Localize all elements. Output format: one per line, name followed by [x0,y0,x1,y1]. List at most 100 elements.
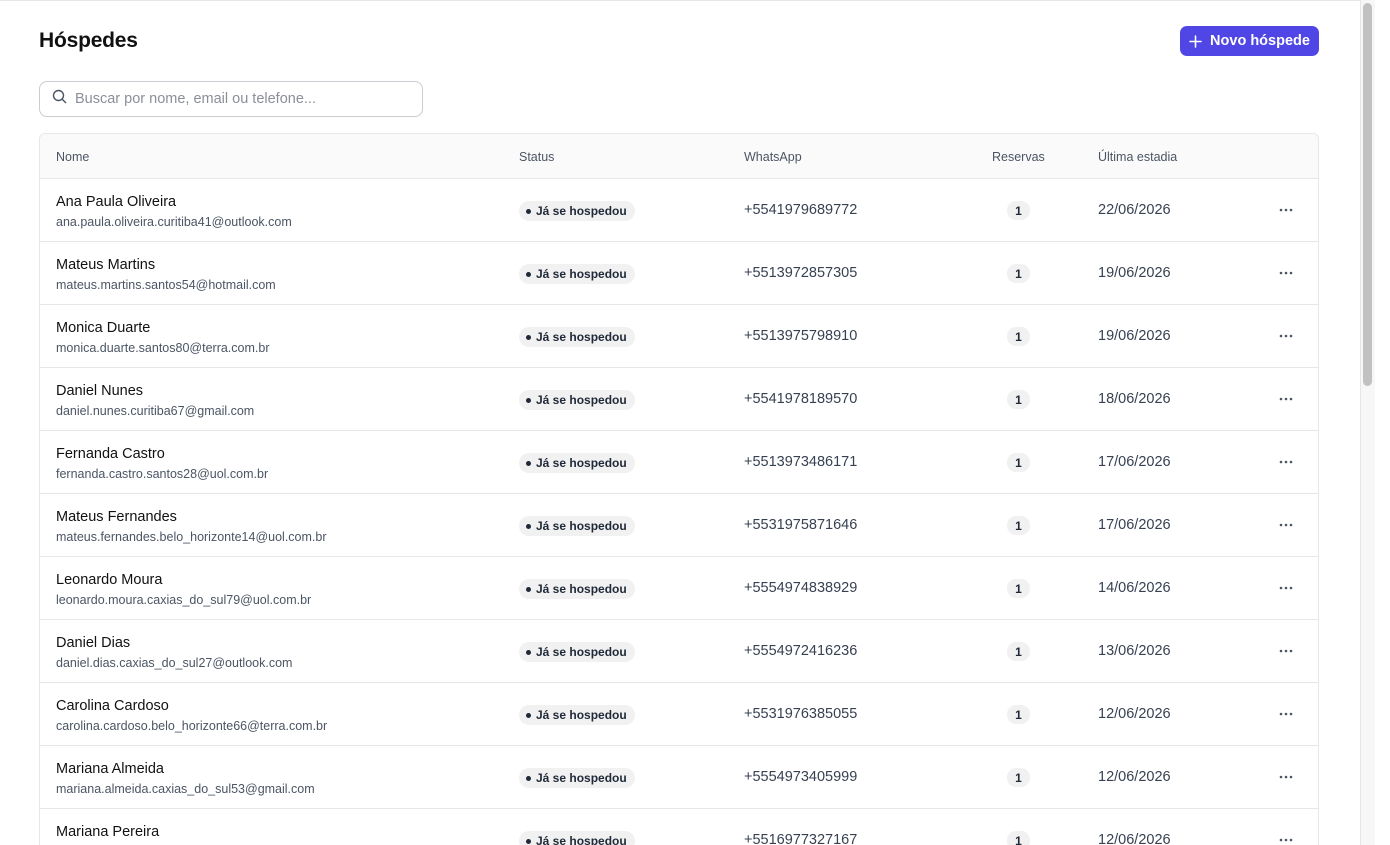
search-box [39,81,423,117]
status-badge: Já se hospedou [519,516,635,536]
status-badge: Já se hospedou [519,831,635,845]
top-divider [0,0,1360,1]
column-header-nome[interactable]: Nome [56,150,89,164]
more-horizontal-icon[interactable] [1273,639,1299,663]
status-badge: Já se hospedou [519,579,635,599]
status-dot-icon [526,586,531,592]
status-label: Já se hospedou [536,519,627,533]
whatsapp-number: +5531976385055 [744,706,858,722]
status-label: Já se hospedou [536,267,627,281]
table-row[interactable]: Daniel Dias daniel.dias.caxias_do_sul27@o… [40,620,1318,683]
guest-email: monica.duarte.santos80@terra.com.br [56,341,270,355]
guest-email: fernanda.castro.santos28@uol.com.br [56,467,269,481]
status-badge: Já se hospedou [519,390,635,410]
more-horizontal-icon[interactable] [1273,513,1299,537]
last-stay-date: 17/06/2026 [1098,454,1171,470]
guest-name[interactable]: Mariana Almeida [56,761,164,777]
whatsapp-number: +5541979689772 [744,202,858,218]
guest-name[interactable]: Carolina Cardoso [56,698,169,714]
reservations-count-badge: 1 [1007,453,1030,472]
plus-icon [1189,34,1202,48]
last-stay-date: 19/06/2026 [1098,328,1171,344]
whatsapp-number: +5531975871646 [744,517,858,533]
table-row[interactable]: Fernanda Castro fernanda.castro.santos28@… [40,431,1318,494]
page-title: Hóspedes [39,29,138,52]
table-row[interactable]: Mariana Almeida mariana.almeida.caxias_do… [40,746,1318,809]
more-horizontal-icon[interactable] [1273,450,1299,474]
scrollbar-thumb[interactable] [1363,3,1372,386]
column-header-whatsapp[interactable]: WhatsApp [744,150,802,164]
more-horizontal-icon[interactable] [1273,387,1299,411]
whatsapp-number: +5554974838929 [744,580,858,596]
column-header-status[interactable]: Status [519,150,554,164]
guest-name[interactable]: Daniel Nunes [56,383,143,399]
guest-email: daniel.dias.caxias_do_sul27@outlook.com [56,656,293,670]
guest-email: leonardo.moura.caxias_do_sul79@uol.com.b… [56,593,312,607]
more-horizontal-icon[interactable] [1273,198,1299,222]
table-header: Nome Status WhatsApp Reservas Última est… [40,134,1318,179]
whatsapp-number: +5541978189570 [744,391,858,407]
more-horizontal-icon[interactable] [1273,765,1299,789]
table-row[interactable]: Carolina Cardoso carolina.cardoso.belo_ho… [40,683,1318,746]
reservations-count-badge: 1 [1007,642,1030,661]
status-dot-icon [526,838,531,844]
reservations-count-badge: 1 [1007,390,1030,409]
reservations-count-badge: 1 [1007,264,1030,283]
status-dot-icon [526,208,531,214]
last-stay-date: 12/06/2026 [1098,832,1171,845]
reservations-count-badge: 1 [1007,705,1030,724]
more-horizontal-icon[interactable] [1273,702,1299,726]
column-header-ultima-estadia[interactable]: Última estadia [1098,150,1177,164]
last-stay-date: 12/06/2026 [1098,706,1171,722]
status-dot-icon [526,334,531,340]
table-row[interactable]: Mariana Pereira Já se hospedou +5516977327… [40,809,1318,845]
guest-name[interactable]: Daniel Dias [56,635,130,651]
status-dot-icon [526,649,531,655]
table-body: Ana Paula Oliveira ana.paula.oliveira.cur… [40,179,1318,845]
status-dot-icon [526,712,531,718]
search-input[interactable] [75,91,395,107]
guest-name[interactable]: Leonardo Moura [56,572,162,588]
guest-email: daniel.nunes.curitiba67@gmail.com [56,404,255,418]
last-stay-date: 18/06/2026 [1098,391,1171,407]
table-row[interactable]: Mateus Fernandes mateus.fernandes.belo_ho… [40,494,1318,557]
guest-name[interactable]: Mariana Pereira [56,824,159,840]
status-dot-icon [526,397,531,403]
whatsapp-number: +5516977327167 [744,832,858,845]
table-row[interactable]: Leonardo Moura leonardo.moura.caxias_do_s… [40,557,1318,620]
more-horizontal-icon[interactable] [1273,576,1299,600]
reservations-count-badge: 1 [1007,327,1030,346]
column-header-reservas[interactable]: Reservas [992,150,1045,164]
whatsapp-number: +5513975798910 [744,328,858,344]
guest-email: mariana.almeida.caxias_do_sul53@gmail.co… [56,782,315,796]
table-row[interactable]: Daniel Nunes daniel.nunes.curitiba67@gmai… [40,368,1318,431]
status-dot-icon [526,775,531,781]
new-guest-button-label: Novo hóspede [1210,33,1310,49]
guest-name[interactable]: Mateus Fernandes [56,509,177,525]
new-guest-button[interactable]: Novo hóspede [1180,26,1319,56]
last-stay-date: 17/06/2026 [1098,517,1171,533]
reservations-count-badge: 1 [1007,516,1030,535]
status-badge: Já se hospedou [519,768,635,788]
whatsapp-number: +5554972416236 [744,643,858,659]
more-horizontal-icon[interactable] [1273,261,1299,285]
guest-name[interactable]: Monica Duarte [56,320,150,336]
status-label: Já se hospedou [536,393,627,407]
reservations-count-badge: 1 [1007,201,1030,220]
guest-name[interactable]: Ana Paula Oliveira [56,194,176,210]
guest-name[interactable]: Mateus Martins [56,257,155,273]
last-stay-date: 19/06/2026 [1098,265,1171,281]
more-horizontal-icon[interactable] [1273,828,1299,845]
guests-table: Nome Status WhatsApp Reservas Última est… [39,133,1319,845]
status-dot-icon [526,271,531,277]
last-stay-date: 13/06/2026 [1098,643,1171,659]
status-label: Já se hospedou [536,771,627,785]
whatsapp-number: +5513973486171 [744,454,858,470]
last-stay-date: 14/06/2026 [1098,580,1171,596]
table-row[interactable]: Ana Paula Oliveira ana.paula.oliveira.cur… [40,179,1318,242]
table-row[interactable]: Mateus Martins mateus.martins.santos54@ho… [40,242,1318,305]
guest-name[interactable]: Fernanda Castro [56,446,165,462]
guest-email: carolina.cardoso.belo_horizonte66@terra.… [56,719,328,733]
table-row[interactable]: Monica Duarte monica.duarte.santos80@terr… [40,305,1318,368]
more-horizontal-icon[interactable] [1273,324,1299,348]
